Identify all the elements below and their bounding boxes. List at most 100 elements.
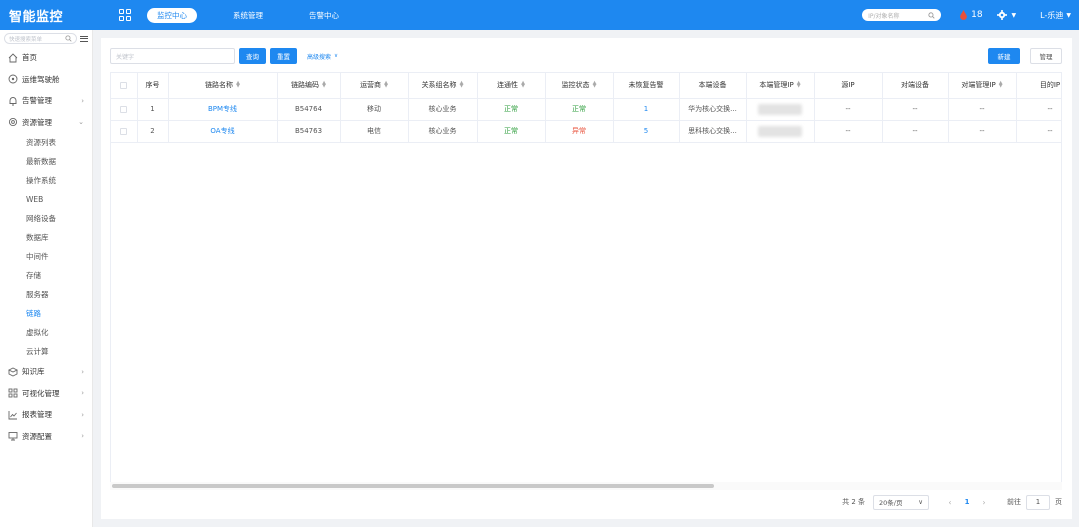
column-header-connectivity[interactable]: 连通性 ▲ ▼ bbox=[477, 73, 546, 99]
goto-page-input[interactable]: 1 bbox=[1026, 494, 1050, 510]
sort-icon[interactable]: ▲ ▼ bbox=[797, 81, 801, 89]
sort-icon[interactable]: ▲ ▼ bbox=[593, 81, 597, 89]
advanced-search-toggle[interactable]: 高级搜索 ∨ bbox=[307, 52, 338, 61]
select-all-checkbox[interactable] bbox=[120, 81, 128, 89]
cell-link-code: B54764 bbox=[277, 98, 341, 121]
sidebar-item-reports[interactable]: 报表管理 › bbox=[0, 404, 92, 426]
sidebar-item-home[interactable]: 首页 bbox=[0, 47, 92, 69]
cell-unresolved-alarms[interactable]: 1 bbox=[613, 98, 680, 121]
menu-search-placeholder: 快速搜索菜单 bbox=[9, 36, 43, 43]
table-header-row: 序号 链路名称 ▲ ▼ 链路编码 ▲ ▼ 运营商 ▲ ▼ 关系组名称 ▲ ▼ 连通性 ▲ ▼ 监控状… bbox=[111, 73, 1061, 99]
column-header-label: 对端设备 bbox=[901, 81, 929, 90]
row-select-cell bbox=[111, 120, 138, 143]
sort-icon[interactable]: ▲ ▼ bbox=[460, 81, 464, 89]
manage-button[interactable]: 管理 bbox=[1030, 48, 1062, 64]
column-header-label: 对端管理IP bbox=[961, 81, 996, 90]
chevron-down-icon: ▼ bbox=[1066, 11, 1071, 19]
sidebar-sub-web[interactable]: WEB bbox=[0, 190, 92, 209]
search-icon[interactable] bbox=[928, 11, 935, 19]
sidebar-item-knowledge-base[interactable]: 知识库 › bbox=[0, 361, 92, 383]
cell-connectivity: 正常 bbox=[477, 98, 546, 121]
column-header-label: 序号 bbox=[145, 81, 160, 90]
sidebar-sub-latest-data[interactable]: 最新数据 bbox=[0, 152, 92, 171]
global-search-input[interactable]: IP/对象名称 bbox=[862, 9, 942, 21]
tab-system-management[interactable]: 系统管理 bbox=[223, 8, 273, 23]
sidebar-sub-link[interactable]: 链路 bbox=[0, 304, 92, 323]
cell-peer-device: -- bbox=[882, 98, 949, 121]
table-row[interactable]: 2 OA专线 B54763 电信 核心业务 正常 异常 5 思科核心交换... … bbox=[111, 120, 1061, 143]
select-all-cell bbox=[111, 73, 138, 99]
column-header-index: 序号 bbox=[137, 73, 169, 99]
top-right-tools: IP/对象名称 18 ▼ L-乐迪 ▼ bbox=[862, 9, 1079, 21]
page-size-select[interactable]: 20条/页 ∨ bbox=[873, 494, 929, 510]
sidebar-item-resource-config[interactable]: 资源配置 › bbox=[0, 426, 92, 448]
dashboard-icon bbox=[8, 74, 18, 84]
table-row[interactable]: 1 BPM专线 B54764 移动 核心业务 正常 正常 1 华为核心交换...… bbox=[111, 98, 1061, 121]
settings-menu[interactable]: ▼ bbox=[996, 10, 1017, 20]
row-checkbox[interactable] bbox=[120, 127, 128, 135]
sidebar-sub-cloud[interactable]: 云计算 bbox=[0, 342, 92, 361]
main-panel: 关键字 查询 重置 高级搜索 ∨ 新建 管理 序号 链路名称 ▲ ▼ 链路编码 ▲ ▼ … bbox=[101, 38, 1072, 519]
prev-page-button[interactable]: ‹ bbox=[943, 498, 957, 507]
query-button[interactable]: 查询 bbox=[239, 48, 266, 64]
column-header-group-name[interactable]: 关系组名称 ▲ ▼ bbox=[408, 73, 478, 99]
sort-icon[interactable]: ▲ ▼ bbox=[322, 81, 326, 89]
chevron-right-icon: › bbox=[81, 367, 84, 376]
cell-source-ip: -- bbox=[814, 120, 883, 143]
user-menu[interactable]: L-乐迪 ▼ bbox=[1040, 10, 1071, 21]
column-header-dest-ip: 目的IP bbox=[1016, 73, 1061, 99]
collapse-menu-icon[interactable] bbox=[80, 35, 88, 42]
sidebar-sub-network-devices[interactable]: 网络设备 bbox=[0, 209, 92, 228]
sort-icon[interactable]: ▲ ▼ bbox=[384, 81, 388, 89]
sort-icon[interactable]: ▲ ▼ bbox=[521, 81, 525, 89]
scrollbar-thumb[interactable] bbox=[112, 484, 714, 488]
sidebar-sub-database[interactable]: 数据库 bbox=[0, 228, 92, 247]
monitor-icon bbox=[8, 431, 18, 441]
advanced-search-label: 高级搜索 bbox=[307, 53, 332, 61]
sidebar-sub-virtualization[interactable]: 虚拟化 bbox=[0, 323, 92, 342]
sort-icon[interactable]: ▲ ▼ bbox=[236, 81, 240, 89]
alarm-count: 18 bbox=[971, 10, 983, 20]
column-header-label: 本端管理IP bbox=[759, 81, 794, 90]
reset-button[interactable]: 重置 bbox=[270, 48, 297, 64]
apps-grid-icon[interactable] bbox=[119, 9, 131, 21]
cell-group: 核心业务 bbox=[408, 98, 478, 121]
alarm-indicator[interactable]: 18 bbox=[959, 10, 983, 20]
cell-link-code: B54763 bbox=[277, 120, 341, 143]
tab-monitor-center[interactable]: 监控中心 bbox=[147, 7, 197, 23]
column-header-monitor-status[interactable]: 监控状态 ▲ ▼ bbox=[545, 73, 614, 99]
sidebar-item-alarm-management[interactable]: 告警管理 › bbox=[0, 90, 92, 112]
cell-unresolved-alarms[interactable]: 5 bbox=[613, 120, 680, 143]
search-icon[interactable] bbox=[65, 35, 72, 42]
new-button[interactable]: 新建 bbox=[988, 48, 1020, 64]
cell-link-name[interactable]: OA专线 bbox=[168, 120, 278, 143]
chevron-down-icon: ▼ bbox=[1011, 11, 1017, 19]
column-header-link-name[interactable]: 链路名称 ▲ ▼ bbox=[168, 73, 278, 99]
sidebar-sub-os[interactable]: 操作系统 bbox=[0, 171, 92, 190]
column-header-link-code[interactable]: 链路编码 ▲ ▼ bbox=[277, 73, 341, 99]
sidebar-sub-storage[interactable]: 存储 bbox=[0, 266, 92, 285]
menu-search-input[interactable]: 快速搜索菜单 bbox=[4, 33, 78, 44]
page-number-current[interactable]: 1 bbox=[957, 498, 977, 506]
chevron-right-icon: › bbox=[81, 432, 84, 441]
knowledge-icon bbox=[8, 367, 18, 377]
tab-alarm-center[interactable]: 告警中心 bbox=[299, 8, 349, 23]
horizontal-scrollbar[interactable] bbox=[110, 482, 1062, 490]
sidebar-item-ops-cockpit[interactable]: 运维驾驶舱 bbox=[0, 69, 92, 91]
next-page-button[interactable]: › bbox=[977, 498, 991, 507]
sidebar-item-resource-management[interactable]: 资源管理 ⌄ bbox=[0, 112, 92, 134]
cell-link-name[interactable]: BPM专线 bbox=[168, 98, 278, 121]
keyword-input[interactable]: 关键字 bbox=[110, 48, 235, 64]
chevron-right-icon: › bbox=[81, 96, 84, 105]
sidebar-item-visualization[interactable]: 可视化管理 › bbox=[0, 383, 92, 405]
column-header-carrier[interactable]: 运营商 ▲ ▼ bbox=[340, 73, 409, 99]
column-header-local-ip[interactable]: 本端管理IP ▲ ▼ bbox=[746, 73, 815, 99]
row-checkbox[interactable] bbox=[120, 105, 128, 113]
sort-icon[interactable]: ▲ ▼ bbox=[999, 81, 1003, 89]
sidebar-sub-server[interactable]: 服务器 bbox=[0, 285, 92, 304]
column-header-peer-ip[interactable]: 对端管理IP ▲ ▼ bbox=[948, 73, 1017, 99]
sidebar-sub-resource-list[interactable]: 资源列表 bbox=[0, 133, 92, 152]
sidebar-sub-middleware[interactable]: 中间件 bbox=[0, 247, 92, 266]
cell-local-device: 华为核心交换... bbox=[679, 98, 747, 121]
total-count: 共 2 条 bbox=[842, 498, 865, 506]
